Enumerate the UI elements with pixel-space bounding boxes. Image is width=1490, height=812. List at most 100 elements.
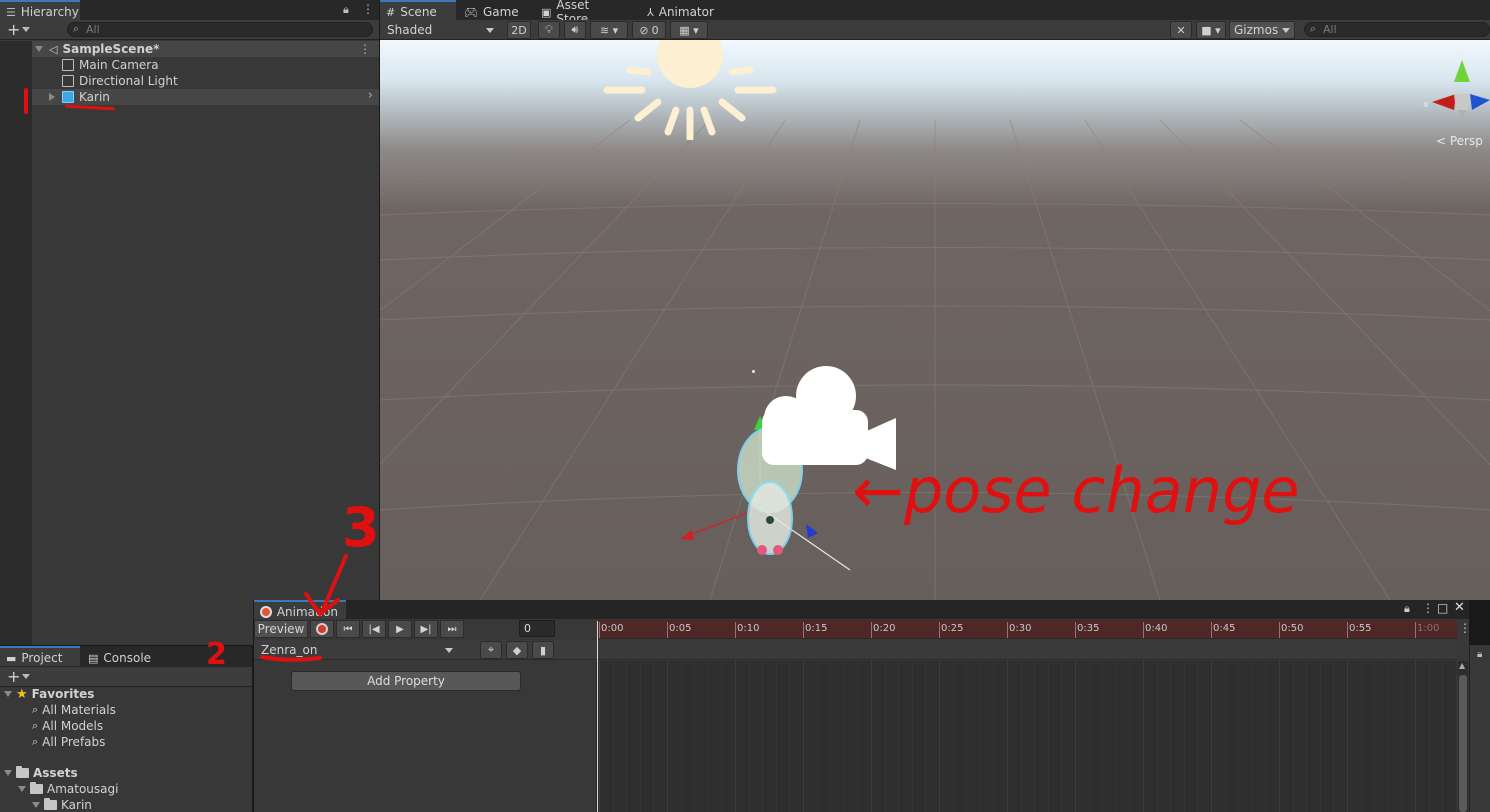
chevron-down-icon[interactable] (22, 674, 30, 679)
dopesheet-gridline (1292, 661, 1294, 812)
dopesheet-gridline (911, 661, 913, 812)
playhead[interactable] (597, 621, 598, 812)
expand-arrow-icon[interactable] (49, 93, 55, 101)
tab-project[interactable]: ▬ Project (0, 646, 80, 666)
gizmos-dropdown[interactable]: Gizmos (1229, 21, 1295, 39)
tools-button[interactable]: ✕ (1170, 21, 1192, 39)
effects-toggle[interactable]: ≋ ▾ (590, 21, 628, 39)
play-button[interactable]: ▶ (388, 620, 412, 638)
camera-gizmo-icon[interactable] (748, 360, 918, 480)
expand-arrow-icon[interactable] (4, 691, 12, 697)
timeline-options-icon[interactable]: ⋮ (1459, 621, 1471, 635)
grid-toggle[interactable]: ▦ ▾ (670, 21, 708, 39)
add-property-button[interactable]: Add Property (291, 671, 521, 691)
ruler-tick (667, 622, 668, 638)
star-icon: ★ (16, 686, 28, 702)
expand-arrow-icon[interactable] (18, 786, 26, 792)
dopesheet-gridline (667, 661, 668, 812)
tab-game[interactable]: 🎮︎ Game (458, 0, 528, 20)
lock-icon[interactable]: 🔒︎ (1404, 602, 1410, 616)
previous-keyframe-button[interactable]: |◀ (362, 620, 386, 638)
chevron-right-icon[interactable]: › (368, 88, 373, 103)
frame-field[interactable]: 0 (519, 620, 555, 637)
first-keyframe-button[interactable]: ⏮ (336, 620, 360, 638)
ruler-label: 0:05 (669, 623, 692, 634)
dopesheet-gridline (721, 661, 723, 812)
dopesheet-gridline (952, 661, 954, 812)
hierarchy-search-input[interactable]: All (67, 22, 373, 37)
folder-karin[interactable]: Karin (32, 797, 92, 812)
hierarchy-item-directional-light[interactable]: Directional Light (32, 73, 379, 89)
add-icon[interactable]: + (7, 667, 20, 686)
orientation-gizmo[interactable] (1420, 50, 1490, 130)
chevron-down-icon (1282, 28, 1290, 33)
scroll-up-icon[interactable]: ▲ (1459, 661, 1465, 670)
frame-value: 0 (524, 622, 531, 635)
dopesheet-gridline (1061, 661, 1063, 812)
dopesheet-gridline (1319, 661, 1321, 812)
tab-hierarchy[interactable]: ☰ Hierarchy (0, 0, 80, 20)
assets-row[interactable]: Assets (4, 765, 78, 781)
scrollbar-thumb[interactable] (1459, 675, 1467, 812)
dopesheet-gridline (789, 661, 791, 812)
perspective-toggle[interactable]: < Persp (1436, 134, 1483, 148)
timeline-ruler[interactable]: 0:00 0:05 0:10 0:15 0:20 0:25 0:30 0:35 0:40 0:45… (597, 620, 1457, 639)
record-button[interactable] (310, 620, 334, 638)
ruler-label: 0:45 (1213, 623, 1236, 634)
add-event-button[interactable]: ▮ (532, 641, 554, 659)
tab-animator[interactable]: ⅄ Animator (641, 0, 725, 20)
lock-icon[interactable]: 🔒︎ (343, 3, 349, 17)
add-icon[interactable]: + (7, 20, 20, 39)
more-options-icon[interactable]: ⋮ (1422, 601, 1434, 615)
tab-animation[interactable]: Animation (254, 600, 346, 619)
dopesheet-gridline (735, 661, 736, 812)
dopesheet-gridline (1415, 661, 1416, 812)
ruler-label: 0:30 (1009, 623, 1032, 634)
filter-selection-button[interactable]: ⌖ (480, 641, 502, 659)
dopesheet-gridline (1183, 661, 1185, 812)
preview-button[interactable]: Preview (254, 620, 308, 638)
next-keyframe-button[interactable]: ▶| (414, 620, 438, 638)
add-keyframe-button[interactable]: ◆ (506, 641, 528, 659)
clip-dropdown[interactable]: Zenra_on (256, 641, 458, 659)
speaker-icon: 🔊︎ (571, 23, 579, 36)
hierarchy-item-main-camera[interactable]: Main Camera (32, 57, 379, 73)
favorite-item-all-models[interactable]: ⌕ All Models (32, 718, 103, 734)
chevron-down-icon[interactable] (22, 27, 30, 32)
tab-game-label: Game (482, 5, 519, 19)
hidden-objects-toggle[interactable]: ⊘ 0 (632, 21, 666, 39)
clip-name: Zenra_on (261, 643, 318, 657)
scene-viewport[interactable]: y x < Persp (380, 40, 1490, 600)
hierarchy-item-karin[interactable]: Karin › (32, 88, 379, 105)
ruler-label: 0:00 (601, 623, 624, 634)
toggle-2d-button[interactable]: 2D (507, 21, 531, 39)
directional-light-icon[interactable] (590, 40, 790, 140)
favorites-row[interactable]: ★ Favorites (4, 686, 94, 702)
expand-arrow-icon[interactable] (35, 46, 43, 52)
ruler-label: 0:50 (1281, 623, 1304, 634)
favorite-item-all-prefabs[interactable]: ⌕ All Prefabs (32, 734, 105, 750)
last-keyframe-button[interactable]: ⏭ (440, 620, 464, 638)
folder-icon: ▬ (6, 651, 17, 665)
scene-search-input[interactable]: All (1304, 22, 1490, 37)
lighting-toggle[interactable]: 💡︎ (538, 21, 560, 39)
tab-scene[interactable]: # Scene (380, 0, 456, 20)
dopesheet-area[interactable] (597, 621, 1471, 812)
favorite-item-all-materials[interactable]: ⌕ All Materials (32, 702, 116, 718)
shading-mode-dropdown[interactable]: Shaded (382, 21, 499, 39)
maximize-icon[interactable]: □ (1437, 601, 1448, 615)
tab-asset-store[interactable]: ▣ Asset Store (535, 0, 631, 26)
camera-settings-button[interactable]: ■ ▾ (1196, 21, 1226, 39)
lock-icon[interactable]: 🔒︎ (1477, 649, 1482, 660)
dopesheet-scrollbar[interactable]: ▲ (1458, 661, 1468, 812)
folder-amatousagi[interactable]: Amatousagi (18, 781, 118, 797)
tab-console[interactable]: ▤ Console (82, 646, 166, 666)
scene-options-icon[interactable]: ⋮ (359, 42, 371, 56)
ruler-tick (599, 622, 600, 638)
more-options-icon[interactable]: ⋮ (362, 2, 374, 16)
expand-arrow-icon[interactable] (4, 770, 12, 776)
close-icon[interactable]: ✕ (1454, 600, 1465, 615)
expand-arrow-icon[interactable] (32, 802, 40, 808)
audio-toggle[interactable]: 🔊︎ (564, 21, 586, 39)
scene-root-row[interactable]: ◁ SampleScene* ⋮ (32, 41, 379, 57)
